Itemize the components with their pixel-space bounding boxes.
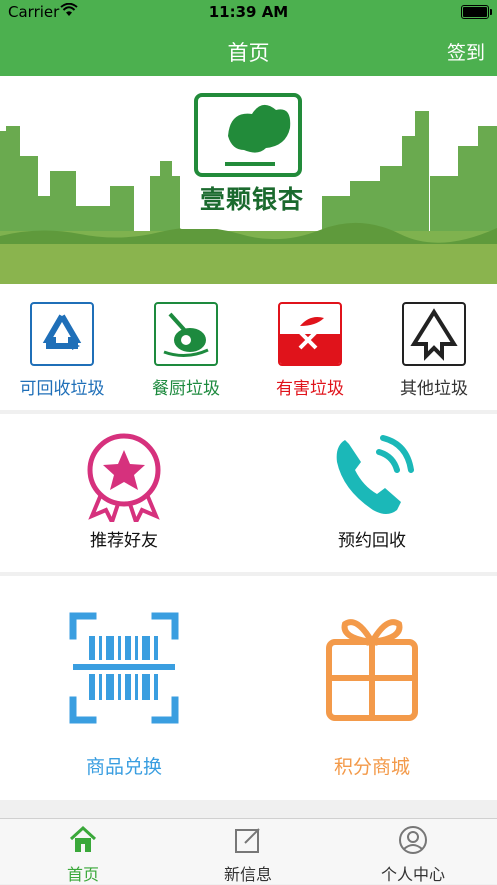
category-other[interactable]: 其他垃圾	[372, 302, 496, 399]
home-icon	[69, 825, 97, 852]
hazardous-icon	[278, 302, 342, 366]
tab-bar: 首页 新信息 个人中心	[0, 818, 497, 884]
user-icon	[399, 826, 427, 854]
waste-categories: 可回收垃圾 餐厨垃圾 有害垃圾 其他垃圾	[0, 284, 497, 410]
feature-row-2: 商品兑换 积分商城	[0, 576, 497, 800]
phone-icon	[336, 435, 414, 514]
recommend-friend-button[interactable]: 推荐好友	[60, 432, 188, 551]
kitchen-waste-icon	[154, 302, 218, 366]
category-label: 有害垃圾	[276, 379, 344, 399]
feature-label: 积分商城	[333, 756, 410, 778]
other-waste-icon	[402, 302, 466, 366]
tab-messages[interactable]: 新信息	[165, 825, 331, 885]
battery-icon	[461, 5, 492, 19]
category-recyclable[interactable]: 可回收垃圾	[0, 302, 124, 399]
category-kitchen[interactable]: 餐厨垃圾	[124, 302, 248, 399]
tab-label: 个人中心	[380, 865, 445, 884]
tab-label: 首页	[66, 865, 99, 884]
category-hazardous[interactable]: 有害垃圾	[248, 302, 372, 399]
edit-note-icon	[235, 828, 260, 853]
feature-label: 推荐好友	[90, 531, 158, 551]
feature-label: 预约回收	[338, 531, 406, 551]
tab-label: 新信息	[223, 865, 272, 884]
recycle-icon	[30, 302, 94, 366]
product-exchange-button[interactable]: 商品兑换	[60, 612, 188, 779]
feature-label: 商品兑换	[85, 756, 162, 778]
gift-icon	[326, 619, 418, 721]
banner-brand-text: 壹颗银杏	[199, 185, 304, 214]
category-label: 可回收垃圾	[19, 379, 105, 399]
tab-profile[interactable]: 个人中心	[330, 825, 496, 885]
category-label: 餐厨垃圾	[152, 379, 220, 399]
nav-bar: 首页 签到	[0, 24, 497, 76]
page-title: 首页	[227, 41, 270, 65]
feature-row-1: 推荐好友 预约回收	[0, 414, 497, 572]
barcode-scan-icon	[69, 612, 179, 724]
status-bar: Carrier 11:39 AM	[0, 0, 497, 24]
tab-home[interactable]: 首页	[0, 825, 166, 885]
schedule-pickup-button[interactable]: 预约回收	[308, 432, 436, 551]
status-time: 11:39 AM	[208, 3, 289, 21]
sign-in-button[interactable]: 签到	[447, 38, 485, 65]
banner-carousel[interactable]: 壹颗银杏	[0, 76, 497, 284]
category-label: 其他垃圾	[400, 379, 468, 399]
points-mall-button[interactable]: 积分商城	[308, 612, 436, 779]
award-badge-icon	[87, 433, 161, 528]
